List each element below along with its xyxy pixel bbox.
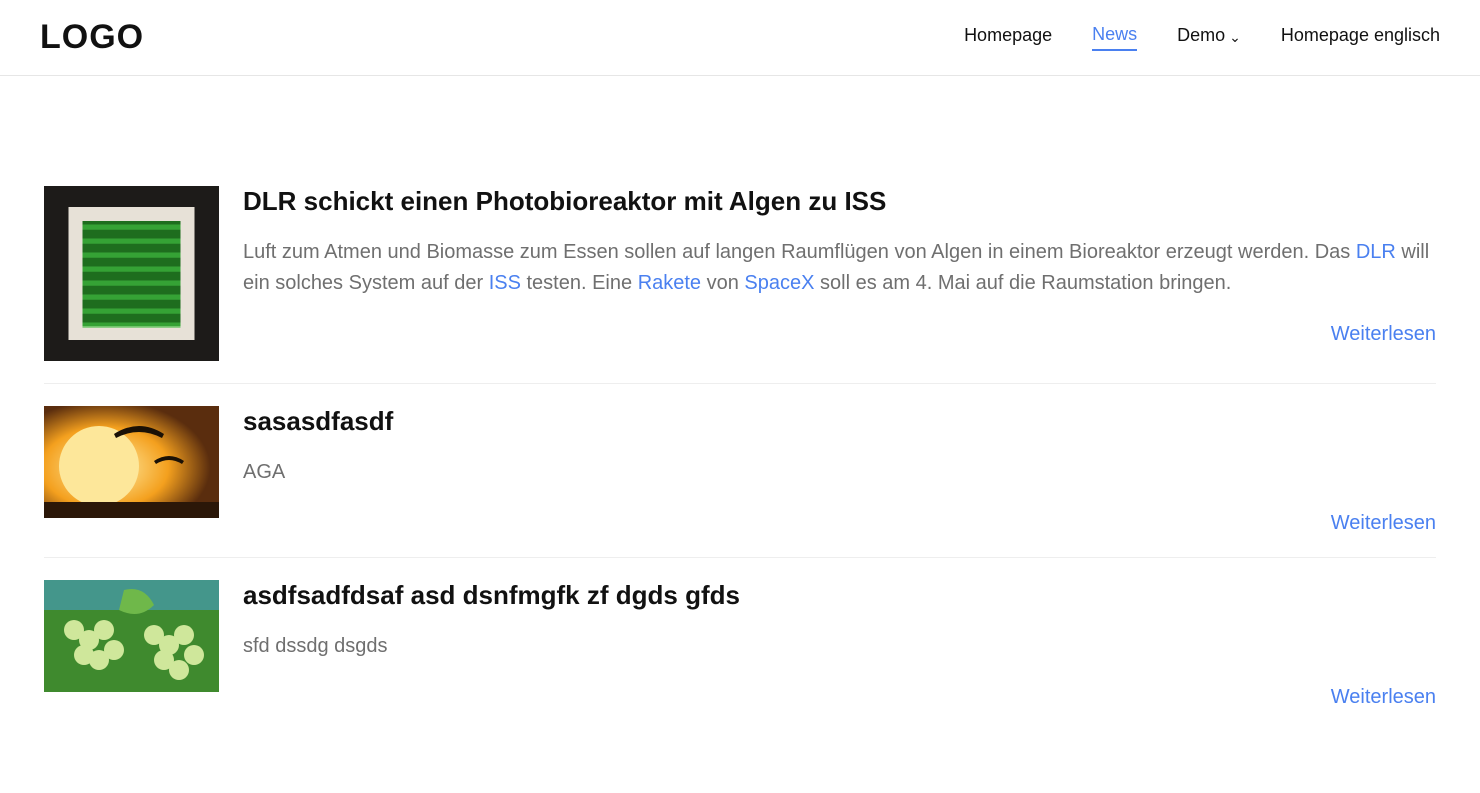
article-title[interactable]: sasasdfasdf xyxy=(243,406,1436,437)
read-more-wrapper: Weiterlesen xyxy=(243,512,1436,535)
article-item: asdfsadfdsaf asd dsnfmgfk zf dgds gfds sf… xyxy=(44,580,1436,731)
article-content: sasasdfasdf AGA Weiterlesen xyxy=(243,406,1436,535)
article-title[interactable]: asdfsadfdsaf asd dsnfmgfk zf dgds gfds xyxy=(243,580,1436,611)
read-more-link[interactable]: Weiterlesen xyxy=(1331,512,1436,534)
excerpt-link[interactable]: SpaceX xyxy=(744,272,814,294)
read-more-link[interactable]: Weiterlesen xyxy=(1331,323,1436,345)
nav-item-demo[interactable]: Demo⌄ xyxy=(1177,25,1241,50)
article-content: asdfsadfdsaf asd dsnfmgfk zf dgds gfds sf… xyxy=(243,580,1436,709)
article-item: DLR schickt einen Photobioreaktor mit Al… xyxy=(44,186,1436,384)
nav-item-homepage-englisch[interactable]: Homepage englisch xyxy=(1281,25,1440,50)
article-content: DLR schickt einen Photobioreaktor mit Al… xyxy=(243,186,1436,361)
article-excerpt: Luft zum Atmen und Biomasse zum Essen so… xyxy=(243,237,1436,299)
logo[interactable]: LOGO xyxy=(40,18,144,57)
read-more-link[interactable]: Weiterlesen xyxy=(1331,686,1436,708)
read-more-wrapper: Weiterlesen xyxy=(243,686,1436,709)
article-thumbnail[interactable] xyxy=(44,580,219,692)
article-excerpt: AGA xyxy=(243,457,1436,488)
news-list: DLR schickt einen Photobioreaktor mit Al… xyxy=(20,76,1460,793)
article-thumbnail[interactable] xyxy=(44,406,219,518)
chevron-down-icon: ⌄ xyxy=(1229,29,1241,46)
read-more-wrapper: Weiterlesen xyxy=(243,323,1436,346)
excerpt-link[interactable]: ISS xyxy=(489,272,521,294)
excerpt-link[interactable]: Rakete xyxy=(638,272,701,294)
nav-item-news[interactable]: News xyxy=(1092,24,1137,51)
excerpt-link[interactable]: DLR xyxy=(1356,241,1396,263)
article-title[interactable]: DLR schickt einen Photobioreaktor mit Al… xyxy=(243,186,1436,217)
nav-link-label: Demo xyxy=(1177,25,1225,50)
article-excerpt: sfd dssdg dsgds xyxy=(243,631,1436,662)
main-nav: Homepage News Demo⌄ Homepage englisch xyxy=(964,24,1440,51)
nav-item-homepage[interactable]: Homepage xyxy=(964,25,1052,50)
site-header: LOGO Homepage News Demo⌄ Homepage englisch xyxy=(0,0,1480,76)
article-thumbnail[interactable] xyxy=(44,186,219,361)
article-item: sasasdfasdf AGA Weiterlesen xyxy=(44,406,1436,558)
